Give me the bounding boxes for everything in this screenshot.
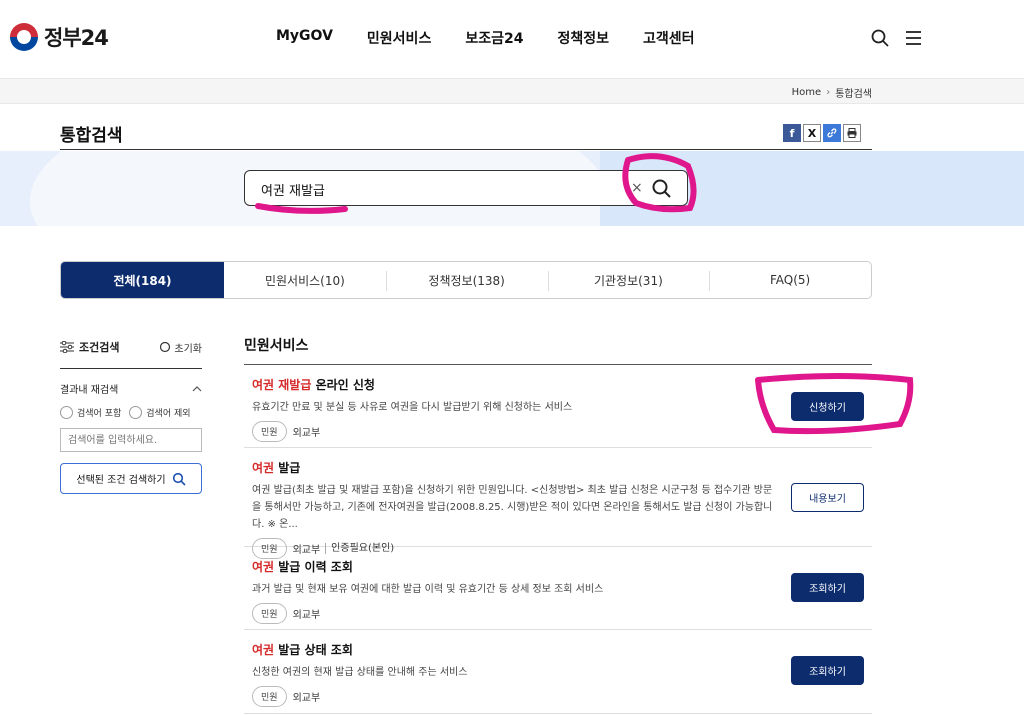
apply-filter-label: 선택된 조건 검색하기 [76,475,166,486]
sidebar-divider [60,368,202,369]
result-item: 여권 발급 이력 조회 과거 발급 및 현재 보유 여권에 대한 발급 이력 및… [244,547,872,630]
refresh-icon [160,341,171,353]
refine-search-input[interactable] [60,428,202,452]
site-logo[interactable]: 정부24 [10,22,109,52]
nav-item-support[interactable]: 고객센터 [643,28,695,48]
tab-agency[interactable]: 기관정보(31) [547,262,710,298]
nav-item-civil-service[interactable]: 민원서비스 [367,28,431,48]
radio-include-label: 검색어 포함 [77,409,122,419]
result-title-highlight: 여권 [252,560,275,574]
chevron-up-icon [192,386,202,392]
reset-button[interactable]: 초기화 [159,340,202,355]
view-details-button[interactable]: 내용보기 [791,483,864,512]
main-nav: MyGOV 민원서비스 보조금24 정책정보 고객센터 [276,28,729,48]
result-title[interactable]: 여권 발급 상태 조회 [252,641,872,658]
result-title[interactable]: 여권 발급 이력 조회 [252,558,872,575]
result-title-highlight: 여권 [252,643,275,657]
refine-options: 검색어 포함 검색어 제외 [60,406,202,419]
search-icon [172,472,186,486]
category-badge: 민원 [252,421,287,442]
refine-title: 결과내 재검색 [60,385,119,396]
nav-item-policy[interactable]: 정책정보 [557,28,609,48]
breadcrumb-home[interactable]: Home [792,87,822,98]
tab-policy[interactable]: 정책정보(138) [385,262,548,298]
site-header: 정부24 MyGOV 민원서비스 보조금24 정책정보 고객센터 [0,0,1024,78]
result-description: 여권 발급(최초 발급 및 재발급 포함)을 신청하기 위한 민원입니다. <신… [252,485,773,530]
filter-sidebar: 조건검색 초기화 결과내 재검색 검색어 포함 검색어 제외 선택된 조건 검색… [60,337,202,494]
lookup-button[interactable]: 조회하기 [791,656,864,685]
result-title-highlight: 여권 재발급 [252,378,312,392]
search-box: × [244,170,688,206]
reset-label: 초기화 [174,343,202,355]
result-description: 과거 발급 및 현재 보유 여권에 대한 발급 이력 및 유효기간 등 상세 정… [252,584,604,595]
agency-name: 외교부 [292,610,321,621]
breadcrumb-current: 통합검색 [835,89,872,100]
result-title-rest: 온라인 신청 [311,378,375,392]
result-tags: 민원 외교부 [252,686,872,707]
result-item: 여권 재발급 온라인 신청 유효기간 만료 및 분실 등 사유로 여권을 다시 … [244,365,872,448]
agency-name: 외교부 [292,693,321,704]
result-item: 여권 발급 여권 발급(최초 발급 및 재발급 포함)을 신청하기 위한 민원입… [244,448,872,559]
page-title: 통합검색 [60,126,123,146]
tab-all[interactable]: 전체(184) [61,262,224,298]
result-tabs: 전체(184) 민원서비스(10) 정책정보(138) 기관정보(31) FAQ… [60,261,872,299]
search-submit-icon[interactable] [650,177,674,201]
chevron-right-icon: › [826,87,831,98]
nav-item-mygov[interactable]: MyGOV [276,28,333,48]
share-buttons: f X [783,124,863,142]
logo-text: 정부24 [44,26,109,50]
result-description: 신청한 여권의 현재 발급 상태를 안내해 주는 서비스 [252,667,468,678]
tab-faq[interactable]: FAQ(5) [709,262,871,298]
filter-title-text: 조건검색 [79,341,120,354]
category-badge: 민원 [252,603,287,624]
result-item: 여권 발급 상태 조회 신청한 여권의 현재 발급 상태를 안내해 주는 서비스… [244,630,872,714]
x-twitter-icon[interactable]: X [803,124,821,142]
title-divider [60,149,872,150]
radio-circle-icon [60,406,73,419]
print-icon[interactable] [843,124,861,142]
result-tags: 민원 외교부 [252,421,872,442]
result-title-highlight: 여권 [252,461,275,475]
facebook-icon[interactable]: f [783,124,801,142]
taegeuk-logo-icon [10,23,38,51]
section-title: 민원서비스 [244,338,309,354]
tab-civil-service[interactable]: 민원서비스(10) [224,262,386,298]
apply-button[interactable]: 신청하기 [791,392,864,421]
breadcrumb: Home › 통합검색 [792,85,872,100]
agency-name: 외교부 [292,428,321,439]
radio-exclude[interactable]: 검색어 제외 [129,406,191,419]
search-input[interactable] [261,179,601,199]
result-title-rest: 발급 상태 조회 [274,643,353,657]
radio-exclude-label: 검색어 제외 [146,409,191,419]
radio-include[interactable]: 검색어 포함 [60,406,121,419]
sliders-icon [60,341,74,353]
link-copy-icon[interactable] [823,124,841,142]
radio-circle-icon [129,406,143,419]
category-badge: 민원 [252,686,287,707]
filter-title: 조건검색 [60,339,119,355]
results-section: 민원서비스 여권 재발급 온라인 신청 유효기간 만료 및 분실 등 사유로 여… [244,335,872,714]
hamburger-menu-icon[interactable] [904,28,924,48]
result-tags: 민원 외교부 [252,603,872,624]
nav-item-subsidy[interactable]: 보조금24 [465,28,523,48]
result-title[interactable]: 여권 재발급 온라인 신청 [252,376,872,393]
clear-icon[interactable]: × [631,180,643,196]
result-title-rest: 발급 이력 조회 [274,560,353,574]
apply-filter-button[interactable]: 선택된 조건 검색하기 [60,463,202,494]
location-bar: Home › 통합검색 [0,78,1024,104]
result-title[interactable]: 여권 발급 [252,459,872,476]
refine-toggle[interactable]: 결과내 재검색 [60,381,202,396]
result-description: 유효기간 만료 및 분실 등 사유로 여권을 다시 발급받기 위해 신청하는 서… [252,402,573,413]
search-icon[interactable] [870,28,890,48]
filter-header: 조건검색 초기화 [60,337,202,357]
result-title-rest: 발급 [274,461,301,475]
lookup-button[interactable]: 조회하기 [791,573,864,602]
